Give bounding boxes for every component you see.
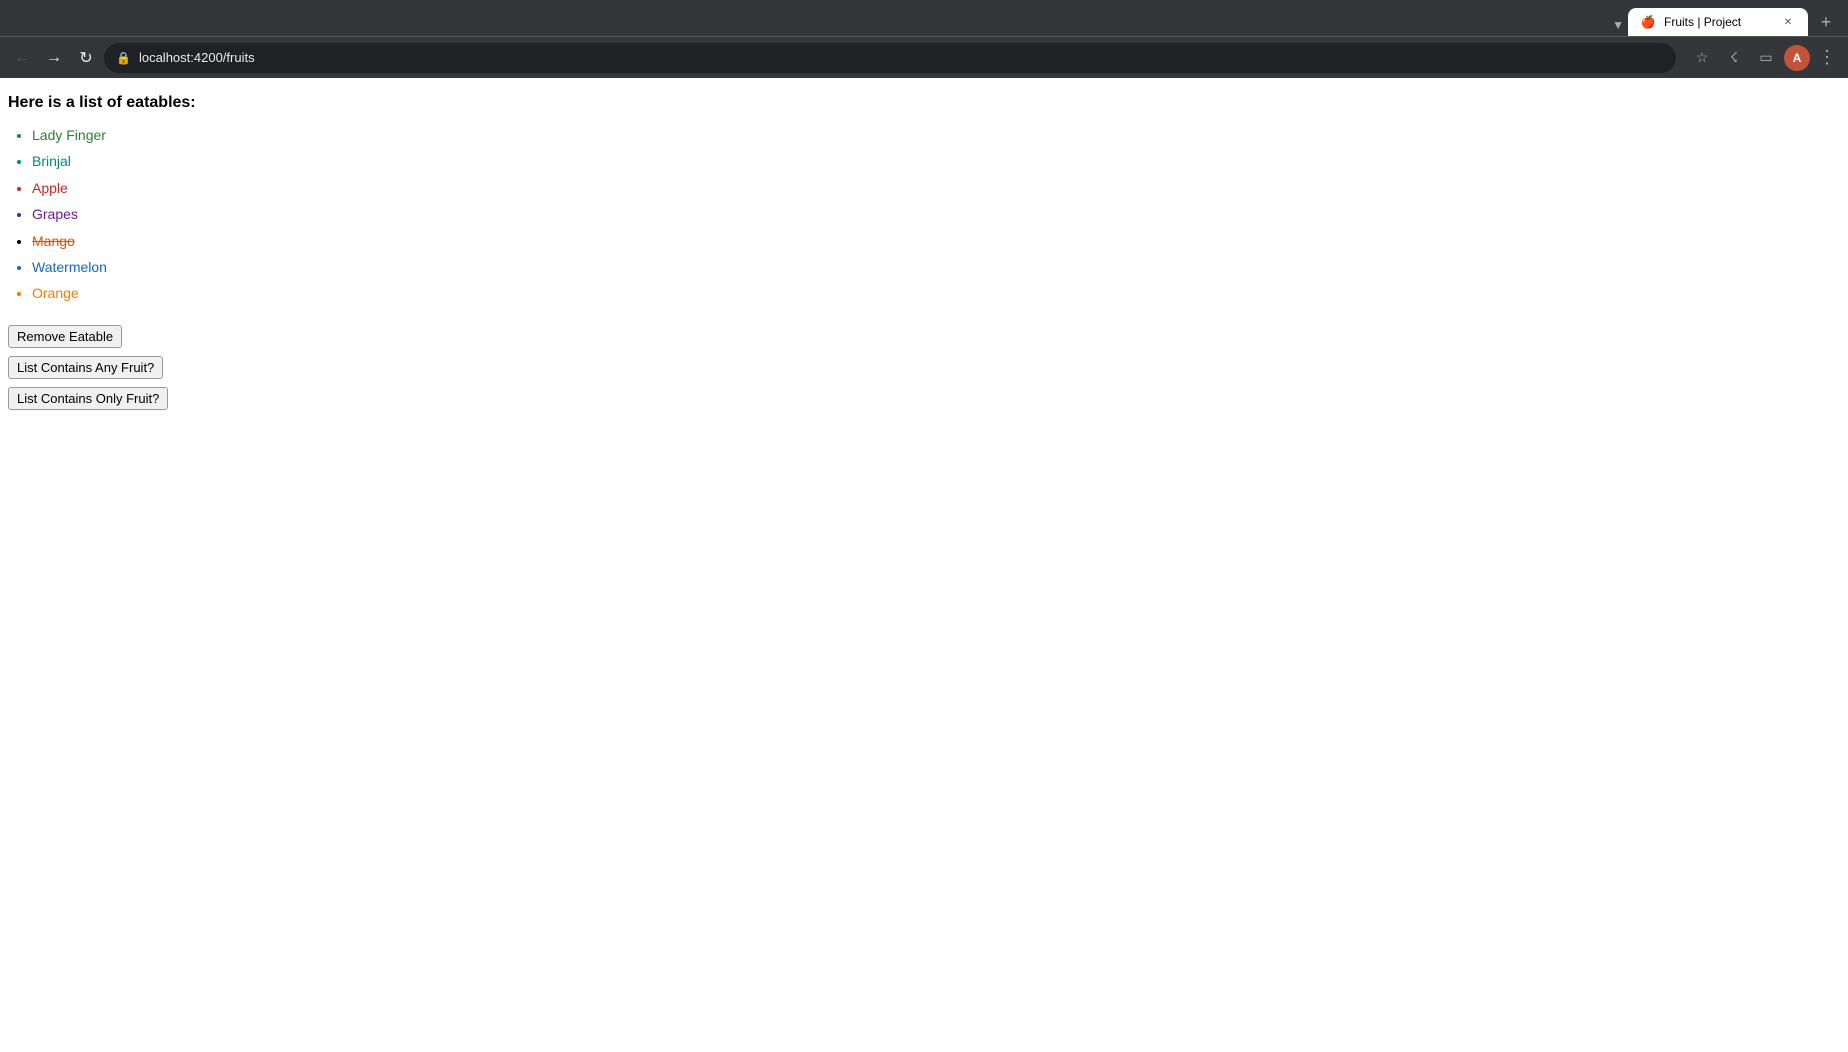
list-item-text: Watermelon <box>32 259 107 275</box>
profile-button[interactable]: A <box>1784 45 1810 71</box>
eatables-list: Lady Finger Brinjal Apple Grapes Mango W… <box>8 124 1840 305</box>
url-display: localhost:4200/fruits <box>139 50 1664 65</box>
page-heading: Here is a list of eatables: <box>8 94 1840 112</box>
tab-title: Fruits | Project <box>1664 15 1772 29</box>
page-content: Here is a list of eatables: Lady Finger … <box>0 78 1848 1052</box>
list-item: Watermelon <box>32 256 1840 278</box>
list-item: Grapes <box>32 203 1840 225</box>
security-icon: 🔒 <box>116 51 131 65</box>
list-item: Brinjal <box>32 150 1840 172</box>
active-tab[interactable]: 🍎 Fruits | Project ✕ <box>1628 8 1808 36</box>
button-group: Remove Eatable List Contains Any Fruit? … <box>8 325 1840 410</box>
list-contains-any-fruit-button[interactable]: List Contains Any Fruit? <box>8 356 163 379</box>
back-button[interactable]: ← <box>8 44 36 72</box>
list-item: Orange <box>32 282 1840 304</box>
list-item-text: Lady Finger <box>32 127 106 143</box>
address-bar[interactable]: 🔒 localhost:4200/fruits <box>104 43 1676 73</box>
browser-window: ▼ 🍎 Fruits | Project ✕ + ← → ↻ 🔒 localho… <box>0 0 1848 1052</box>
new-tab-button[interactable]: + <box>1812 8 1840 36</box>
list-item-text: Mango <box>32 233 75 249</box>
list-item: Mango <box>32 230 1840 252</box>
list-item-text: Apple <box>32 180 68 196</box>
tab-bar: ▼ 🍎 Fruits | Project ✕ + <box>0 0 1848 36</box>
tab-close-button[interactable]: ✕ <box>1780 14 1796 30</box>
extensions-button[interactable]: ☇ <box>1720 44 1748 72</box>
list-contains-only-fruit-button[interactable]: List Contains Only Fruit? <box>8 387 168 410</box>
toolbar-actions: ☆ ☇ ▭ A ⋮ <box>1688 43 1840 72</box>
bookmark-this-button[interactable]: ☆ <box>1688 44 1716 72</box>
list-item: Lady Finger <box>32 124 1840 146</box>
remove-eatable-button[interactable]: Remove Eatable <box>8 325 122 348</box>
list-item: Apple <box>32 177 1840 199</box>
tab-favicon: 🍎 <box>1640 14 1656 30</box>
forward-button[interactable]: → <box>40 44 68 72</box>
list-item-text: Orange <box>32 285 79 301</box>
menu-button[interactable]: ⋮ <box>1814 43 1840 72</box>
toolbar: ← → ↻ 🔒 localhost:4200/fruits ☆ ☇ ▭ A ⋮ <box>0 36 1848 78</box>
list-item-text: Brinjal <box>32 153 71 169</box>
tab-list-button[interactable]: ▼ <box>1608 14 1628 36</box>
side-panel-button[interactable]: ▭ <box>1752 44 1780 72</box>
reload-button[interactable]: ↻ <box>72 44 100 72</box>
list-item-text: Grapes <box>32 206 78 222</box>
